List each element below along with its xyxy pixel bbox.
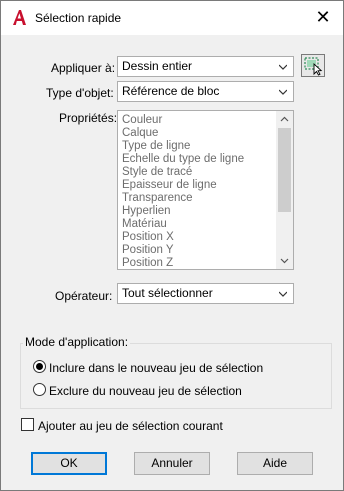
properties-scrollbar[interactable] — [276, 111, 293, 269]
window-title: Sélection rapide — [35, 11, 122, 25]
object-type-label: Type d'objet: — [46, 86, 114, 100]
operator-value: Tout sélectionner — [122, 286, 213, 300]
properties-list-item[interactable]: Style de tracé — [118, 166, 244, 179]
properties-list-item[interactable]: Position Y — [118, 244, 244, 257]
properties-list-item[interactable]: Couleur — [118, 114, 244, 127]
help-button[interactable]: Aide — [237, 452, 313, 475]
object-type-select[interactable]: Référence de bloc — [117, 81, 294, 102]
scrollbar-thumb[interactable] — [278, 128, 291, 212]
append-checkbox-label[interactable]: Ajouter au jeu de sélection courant — [38, 419, 223, 433]
application-mode-group — [20, 343, 332, 409]
apply-to-value: Dessin entier — [122, 59, 193, 73]
properties-list-item[interactable]: Echelle du type de ligne — [118, 153, 244, 166]
properties-list-item[interactable]: Position X — [118, 231, 244, 244]
scroll-up-icon[interactable] — [280, 115, 289, 124]
chevron-down-icon — [279, 64, 287, 70]
include-radio-label[interactable]: Inclure dans le nouveau jeu de sélection — [49, 361, 263, 375]
properties-list-item[interactable]: Hyperlien — [118, 205, 244, 218]
properties-list-item[interactable]: Type de ligne — [118, 140, 244, 153]
exclude-radio-label[interactable]: Exclure du nouveau jeu de sélection — [49, 384, 242, 398]
exclude-radio[interactable] — [33, 383, 46, 396]
properties-list-item[interactable]: Epaisseur de ligne — [118, 179, 244, 192]
select-objects-button[interactable] — [301, 54, 325, 77]
scroll-down-icon[interactable] — [280, 256, 289, 265]
chevron-down-icon — [279, 291, 287, 297]
properties-list-item[interactable]: Position Z — [118, 257, 244, 269]
select-objects-icon — [304, 57, 323, 76]
properties-list-item[interactable]: Calque — [118, 127, 244, 140]
properties-list-item[interactable]: Matériau — [118, 218, 244, 231]
properties-list[interactable]: Couleur Calque Type de ligne Echelle du typ… — [117, 110, 294, 270]
chevron-down-icon — [279, 89, 287, 95]
cancel-button[interactable]: Annuler — [134, 452, 210, 475]
autocad-icon — [11, 9, 28, 26]
apply-to-select[interactable]: Dessin entier — [117, 56, 294, 77]
object-type-value: Référence de bloc — [122, 84, 220, 98]
close-icon[interactable]: ✕ — [313, 7, 333, 27]
quick-select-dialog: Sélection rapide ✕ Appliquer à: Dessin e… — [0, 0, 344, 491]
operator-label: Opérateur: — [55, 289, 113, 303]
title-bar: Sélection rapide ✕ — [1, 1, 343, 35]
properties-list-item[interactable]: Transparence — [118, 192, 244, 205]
append-checkbox[interactable] — [21, 418, 34, 431]
operator-select[interactable]: Tout sélectionner — [117, 283, 294, 304]
apply-to-label: Appliquer à: — [51, 61, 116, 75]
radio-selected-dot — [36, 363, 43, 370]
include-radio[interactable] — [33, 360, 46, 373]
application-mode-title: Mode d'application: — [23, 335, 131, 349]
properties-label: Propriétés: — [59, 111, 118, 125]
ok-button[interactable]: OK — [31, 452, 107, 475]
